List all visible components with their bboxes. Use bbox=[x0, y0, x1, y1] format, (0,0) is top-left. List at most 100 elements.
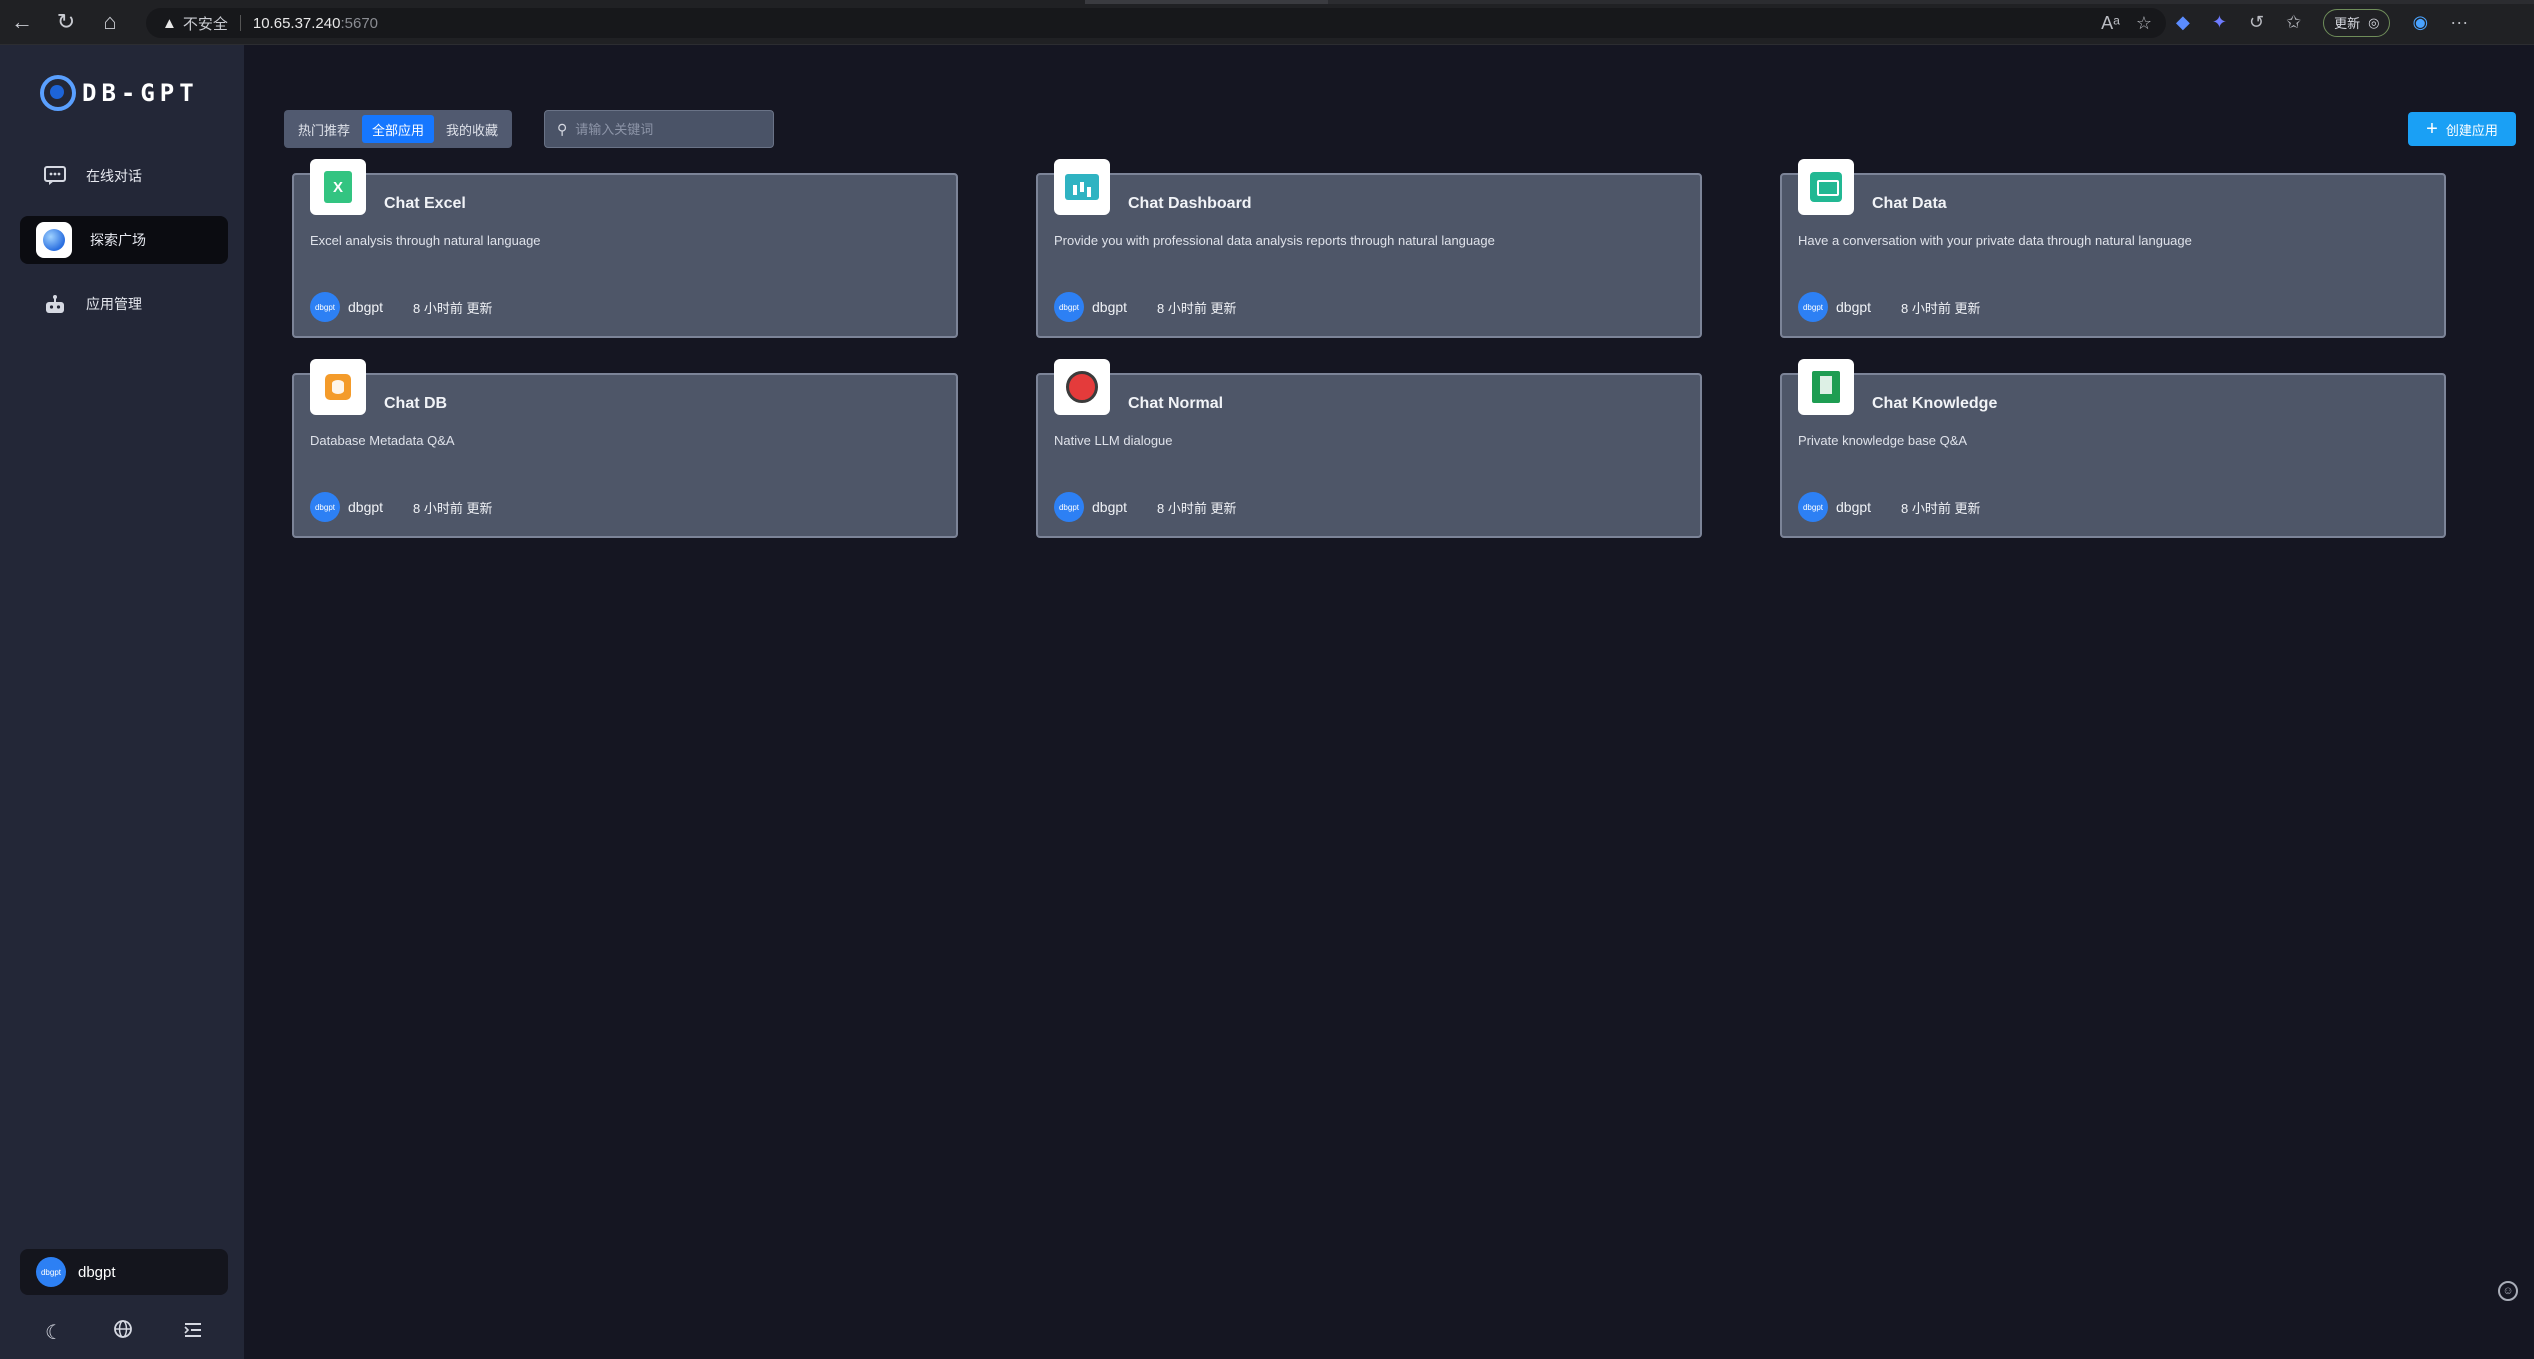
app-card-description: Excel analysis through natural language bbox=[310, 233, 541, 248]
sidebar-item-app-management[interactable]: 应用管理 bbox=[20, 280, 228, 328]
extension-bar: ◆ ✦ ↺ ✩ 更新 ◎ ◉ ··· bbox=[2176, 0, 2468, 45]
security-label: 不安全 bbox=[182, 15, 228, 33]
app-card-footer: dbgpt dbgpt 8 小时前 更新 bbox=[1798, 292, 1981, 322]
sidebar-item-label: 探索广场 bbox=[90, 232, 146, 248]
app-card-updated-time: 8 小时前 更新 bbox=[1157, 500, 1237, 516]
app-card-updated-time: 8 小时前 更新 bbox=[413, 500, 493, 516]
more-menu-icon[interactable]: ··· bbox=[2450, 12, 2468, 33]
dashboard-icon bbox=[1054, 159, 1110, 215]
app-card-title: Chat Knowledge bbox=[1872, 395, 1998, 412]
app-card-author: dbgpt bbox=[1836, 499, 1872, 515]
app-card-description: Database Metadata Q&A bbox=[310, 433, 455, 448]
app-card-footer: dbgpt dbgpt 8 小时前 更新 bbox=[1054, 292, 1237, 322]
language-icon[interactable] bbox=[113, 1319, 133, 1345]
app-card-chat-data[interactable]: Chat Data Have a conversation with your … bbox=[1780, 159, 2446, 338]
sidebar: DB-GPT 在线对话 探索广场 应用管理 dbgpt dbgpt ☾ bbox=[0, 45, 244, 1359]
avatar: dbgpt bbox=[1054, 492, 1084, 522]
search-icon: ⚲ bbox=[557, 120, 568, 137]
app-card-description: Private knowledge base Q&A bbox=[1798, 433, 1968, 448]
avatar: dbgpt bbox=[310, 492, 340, 522]
address-bar[interactable]: ▲ 不安全 10.65.37.240 :5670 Aᵃ ☆ bbox=[146, 8, 2166, 38]
address-divider bbox=[239, 15, 241, 31]
warning-icon: ▲ bbox=[162, 14, 177, 32]
avatar: dbgpt bbox=[1798, 492, 1828, 522]
app-card-footer: dbgpt dbgpt 8 小时前 更新 bbox=[310, 292, 493, 322]
sidebar-item-label: 在线对话 bbox=[86, 168, 142, 184]
app-card-footer: dbgpt dbgpt 8 小时前 更新 bbox=[310, 492, 493, 522]
app-card-updated-time: 8 小时前 更新 bbox=[1901, 300, 1981, 316]
data-chart-icon bbox=[1798, 159, 1854, 215]
explore-main: 热门推荐 全部应用 我的收藏 ⚲ + 创建应用 X Chat Excel Exc… bbox=[244, 45, 2534, 1359]
browser-tab-active[interactable] bbox=[1085, 0, 1330, 4]
update-label: 更新 bbox=[2334, 16, 2361, 31]
app-card-author: dbgpt bbox=[1092, 299, 1128, 315]
tab-all-apps[interactable]: 全部应用 bbox=[362, 115, 435, 143]
create-app-label: 创建应用 bbox=[2445, 122, 2498, 138]
knowledge-book-icon bbox=[1798, 359, 1854, 415]
app-card-chat-knowledge[interactable]: Chat Knowledge Private knowledge base Q&… bbox=[1780, 359, 2446, 538]
back-arrow-icon[interactable]: ← bbox=[0, 0, 44, 45]
app-card-title: Chat Data bbox=[1872, 195, 1947, 212]
update-button[interactable]: 更新 ◎ bbox=[2323, 8, 2391, 37]
logo-mark-icon bbox=[40, 75, 76, 111]
user-name: dbgpt bbox=[78, 1263, 116, 1281]
sidebar-item-online-chat[interactable]: 在线对话 bbox=[20, 152, 228, 200]
avatar: dbgpt bbox=[1054, 292, 1084, 322]
app-card-description: Native LLM dialogue bbox=[1054, 433, 1173, 448]
database-icon bbox=[310, 359, 366, 415]
create-app-button[interactable]: + 创建应用 bbox=[2408, 112, 2516, 146]
globe-icon bbox=[36, 222, 72, 258]
app-card-chat-excel[interactable]: X Chat Excel Excel analysis through natu… bbox=[292, 159, 958, 338]
read-aloud-icon[interactable]: Aᵃ bbox=[2101, 13, 2120, 34]
favorite-star-icon[interactable]: ☆ bbox=[2136, 13, 2152, 34]
headset-icon bbox=[1054, 359, 1110, 415]
app-card-title: Chat DB bbox=[384, 395, 448, 412]
extension-bolt-icon[interactable]: ✦ bbox=[2212, 12, 2227, 33]
tab-hot-recommend[interactable]: 热门推荐 bbox=[288, 115, 360, 143]
app-card-title: Chat Normal bbox=[1128, 395, 1224, 412]
app-card-author: dbgpt bbox=[1092, 499, 1128, 515]
plus-icon: + bbox=[2426, 118, 2438, 140]
sidebar-item-label: 应用管理 bbox=[86, 296, 142, 312]
tab-my-favorites[interactable]: 我的收藏 bbox=[436, 115, 508, 143]
app-card-updated-time: 8 小时前 更新 bbox=[413, 300, 493, 316]
excel-icon: X bbox=[310, 159, 366, 215]
robot-icon bbox=[42, 291, 68, 317]
app-card-footer: dbgpt dbgpt 8 小时前 更新 bbox=[1798, 492, 1981, 522]
edge-copilot-icon[interactable]: ◉ bbox=[2412, 12, 2428, 33]
app-card-chat-normal[interactable]: Chat Normal Native LLM dialogue dbgpt db… bbox=[1036, 359, 1702, 538]
sidebar-item-explore[interactable]: 探索广场 bbox=[20, 216, 228, 264]
url-port: :5670 bbox=[340, 14, 379, 32]
favorites-icon[interactable]: ✩ bbox=[2286, 12, 2301, 33]
collapse-menu-icon[interactable] bbox=[183, 1321, 203, 1344]
app-card-updated-time: 8 小时前 更新 bbox=[1157, 300, 1237, 316]
app-card-author: dbgpt bbox=[348, 299, 384, 315]
app-card-title: Chat Dashboard bbox=[1128, 195, 1252, 212]
app-card-description: Have a conversation with your private da… bbox=[1798, 233, 2192, 248]
address-actions: Aᵃ ☆ bbox=[2101, 8, 2152, 38]
user-profile[interactable]: dbgpt dbgpt bbox=[20, 1249, 228, 1295]
app-card-chat-db[interactable]: Chat DB Database Metadata Q&A dbgpt dbgp… bbox=[292, 359, 958, 538]
app-card-description: Provide you with professional data analy… bbox=[1054, 233, 1495, 248]
moon-icon[interactable]: ☾ bbox=[45, 1320, 63, 1345]
logo-text: DB-GPT bbox=[82, 79, 199, 107]
feedback-smile-icon[interactable]: ☺ bbox=[2498, 1281, 2518, 1301]
search-input[interactable] bbox=[575, 121, 756, 137]
chat-bubble-icon bbox=[42, 163, 68, 189]
avatar: dbgpt bbox=[36, 1257, 66, 1287]
app-card-author: dbgpt bbox=[348, 499, 384, 515]
app-filter-tabs: 热门推荐 全部应用 我的收藏 bbox=[284, 110, 513, 148]
avatar: dbgpt bbox=[1798, 292, 1828, 322]
avatar: dbgpt bbox=[310, 292, 340, 322]
app-card-footer: dbgpt dbgpt 8 小时前 更新 bbox=[1054, 492, 1237, 522]
app-card-author: dbgpt bbox=[1836, 299, 1872, 315]
search-box: ⚲ bbox=[544, 110, 774, 148]
logo[interactable]: DB-GPT bbox=[40, 75, 199, 111]
sidebar-footer: ☾ bbox=[20, 1317, 228, 1347]
app-card-chat-dashboard[interactable]: Chat Dashboard Provide you with professi… bbox=[1036, 159, 1702, 338]
reload-icon[interactable]: ↻ bbox=[44, 0, 88, 45]
extension-puzzle-icon[interactable]: ↺ bbox=[2249, 12, 2264, 33]
app-card-updated-time: 8 小时前 更新 bbox=[1901, 500, 1981, 516]
home-icon[interactable]: ⌂ bbox=[88, 0, 132, 45]
extension-shield-icon[interactable]: ◆ bbox=[2176, 12, 2190, 33]
